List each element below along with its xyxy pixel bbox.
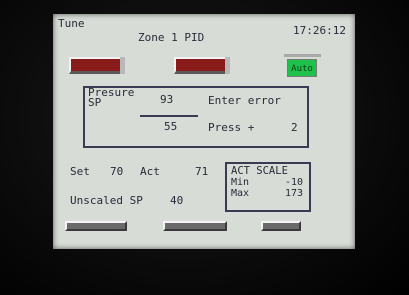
hmi-screen: Tune Zone 1 PID 17:26:12 Auto Presure SP…: [53, 14, 355, 249]
scale-min-value[interactable]: -10: [285, 177, 303, 188]
set-label: Set: [70, 165, 90, 178]
nav-button-2[interactable]: [163, 221, 227, 231]
pid-divider: [140, 115, 198, 117]
pv-value: 93: [160, 93, 174, 106]
sp-value[interactable]: 55: [164, 120, 177, 133]
scale-max-label: Max: [231, 188, 250, 199]
zone-output-button-left[interactable]: [69, 57, 125, 74]
nav-button-1[interactable]: [65, 221, 127, 231]
act-label: Act: [140, 165, 160, 178]
scale-min-label: Min: [231, 177, 250, 188]
set-value[interactable]: 70: [110, 165, 123, 178]
zone-output-button-right[interactable]: [174, 57, 230, 74]
press-label: Press +: [208, 121, 255, 134]
act-scale-title: ACT SCALE: [231, 165, 288, 177]
scale-max-value[interactable]: 173: [285, 188, 303, 199]
sp-label: SP: [88, 96, 102, 109]
press-value[interactable]: 2: [291, 121, 298, 134]
clock: 17:26:12: [293, 24, 346, 37]
mode-label: Tune: [58, 17, 85, 30]
nav-button-3[interactable]: [261, 221, 301, 231]
page-title: Zone 1 PID: [138, 31, 205, 44]
unscaled-sp-value[interactable]: 40: [170, 194, 183, 207]
auto-button[interactable]: Auto: [287, 59, 317, 77]
act-value: 71: [195, 165, 209, 178]
enter-error-label: Enter error: [208, 94, 281, 107]
unscaled-sp-label: Unscaled SP: [70, 194, 143, 207]
